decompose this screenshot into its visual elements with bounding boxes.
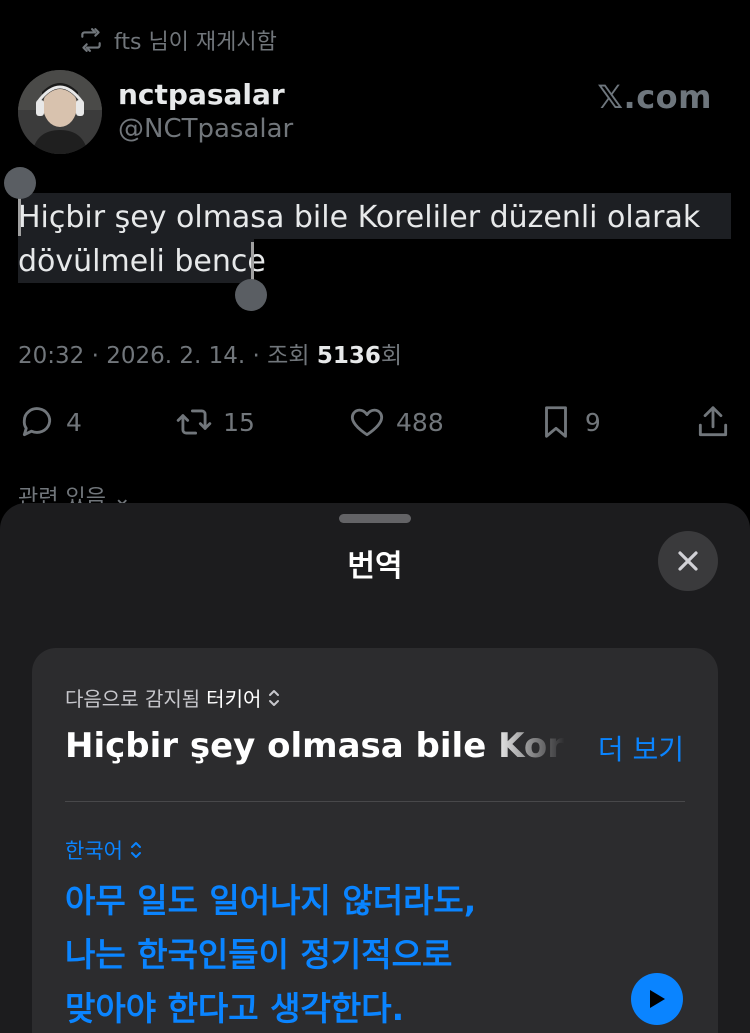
tweet-time: 20:32 xyxy=(18,343,85,369)
tweet-meta: 20:32 · 2026. 2. 14. · 조회 5136회 xyxy=(18,343,402,369)
share-icon xyxy=(698,406,728,437)
sheet-title: 번역 xyxy=(347,549,403,584)
tweet-text[interactable]: Hiçbir şey olmasa bile Koreliler düzenli… xyxy=(18,196,718,284)
chevron-updown-icon xyxy=(130,842,141,858)
selection-start-caret xyxy=(18,196,21,236)
reply-button[interactable]: 4 xyxy=(18,403,82,441)
repost-indicator[interactable]: fts 님이 재게시함 xyxy=(78,24,277,56)
target-language: 한국어 xyxy=(65,839,123,863)
like-button[interactable]: 488 xyxy=(348,403,444,441)
repost-icon xyxy=(176,409,212,435)
heart-icon xyxy=(351,408,384,437)
translation-sheet: 번역 다음으로 감지됨 터키어 Hiçbir şey olmasa bile K… xyxy=(0,503,750,1033)
tweet-date: 2026. 2. 14. xyxy=(106,343,246,369)
more-button[interactable]: 더 보기 xyxy=(598,728,684,768)
sheet-grabber[interactable] xyxy=(339,514,411,523)
translated-line: 나는 한국인들이 정기적으로 xyxy=(65,935,453,974)
user-handle[interactable]: @NCTpasalar xyxy=(118,114,293,144)
user-display-name[interactable]: nctpasalar xyxy=(118,78,285,111)
bookmark-button[interactable]: 9 xyxy=(537,403,601,441)
avatar-image xyxy=(18,70,102,154)
repost-text: fts 님이 재게시함 xyxy=(114,30,277,55)
bookmark-count: 9 xyxy=(584,407,601,437)
translated-line: 아무 일도 일어나지 않더라도, xyxy=(65,881,477,920)
like-count: 488 xyxy=(396,407,444,437)
reply-icon xyxy=(22,407,52,437)
bookmark-icon xyxy=(544,406,567,438)
selection-end-caret xyxy=(251,242,254,282)
tweet-text-line1: Hiçbir şey olmasa bile Koreliler düzenli… xyxy=(18,200,701,235)
views-count: 5136 xyxy=(316,343,381,369)
close-button[interactable] xyxy=(658,531,718,591)
views-suffix: 회 xyxy=(380,343,402,369)
target-language-selector[interactable]: 한국어 xyxy=(65,835,143,865)
x-logo: 𝕏.com xyxy=(597,78,712,116)
detected-language: 터키어 xyxy=(206,687,262,711)
source-text-preview: Hiçbir şey olmasa bile Koreliler düzenli… xyxy=(65,726,565,766)
reply-count: 4 xyxy=(66,407,82,437)
source-language-selector[interactable]: 다음으로 감지됨 터키어 xyxy=(65,683,281,712)
translation-card: 다음으로 감지됨 터키어 Hiçbir şey olmasa bile Kore… xyxy=(32,648,718,1033)
chevron-updown-icon xyxy=(269,689,280,706)
tweet-actions: 4 15 488 9 xyxy=(18,400,732,444)
translated-text: 아무 일도 일어나지 않더라도, 나는 한국인들이 정기적으로 맞아야 한다고 … xyxy=(65,874,665,1033)
detected-label: 다음으로 감지됨 xyxy=(65,687,201,711)
repost-icon xyxy=(81,28,101,52)
repost-button[interactable]: 15 xyxy=(175,403,255,441)
divider xyxy=(65,801,685,802)
close-icon xyxy=(678,551,698,571)
selection-end-handle[interactable] xyxy=(235,279,267,311)
play-button[interactable] xyxy=(631,973,683,1025)
avatar[interactable] xyxy=(18,70,102,154)
selection-start-handle[interactable] xyxy=(4,167,36,199)
repost-count: 15 xyxy=(223,407,255,437)
views-label: 조회 xyxy=(267,343,310,369)
translated-line: 맞아야 한다고 생각한다. xyxy=(65,989,405,1028)
tweet-text-line2: dövülmeli bence xyxy=(18,244,266,279)
share-button[interactable] xyxy=(694,403,732,441)
play-icon xyxy=(650,990,665,1008)
